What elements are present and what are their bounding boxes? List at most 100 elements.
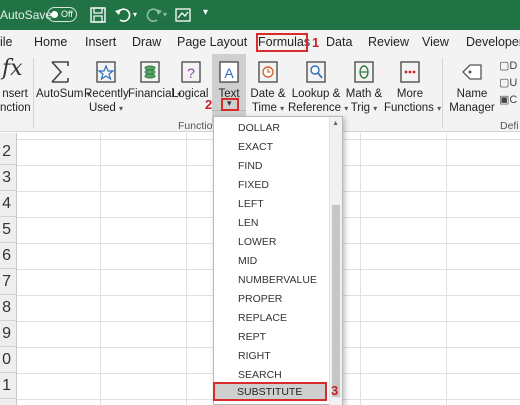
form-icon[interactable] bbox=[174, 6, 192, 24]
menu-item-substitute[interactable]: SUBSTITUTE bbox=[213, 382, 327, 401]
name-manager-label: Name bbox=[456, 88, 488, 100]
separator bbox=[33, 58, 34, 128]
menu-item-exact[interactable]: EXACT bbox=[238, 141, 273, 153]
menu-item-find[interactable]: FIND bbox=[238, 160, 263, 172]
svg-text:A: A bbox=[224, 65, 234, 81]
math-trig-label: Math & bbox=[345, 88, 383, 100]
logical-button[interactable]: ? Logical ▾ bbox=[172, 54, 216, 126]
financial-button[interactable]: Financial ▾ bbox=[128, 54, 182, 126]
undo-icon[interactable] bbox=[114, 6, 132, 24]
tab-home[interactable]: Home bbox=[34, 35, 67, 49]
menu-item-numbervalue[interactable]: NUMBERVALUE bbox=[238, 274, 317, 286]
menu-item-mid[interactable]: MID bbox=[238, 255, 257, 267]
more-functions-label-2: Functions ▾ bbox=[384, 102, 442, 114]
undo-dropdown-icon[interactable]: ▾ bbox=[133, 10, 137, 19]
step-2-marker: 2 bbox=[205, 97, 213, 112]
financial-book-icon bbox=[140, 61, 160, 83]
tab-page-layout[interactable]: Page Layout bbox=[177, 35, 247, 49]
recently-used-button[interactable]: Recently Used ▾ bbox=[84, 54, 129, 126]
insert-function-label: nsert bbox=[2, 88, 28, 100]
tab-review[interactable]: Review bbox=[368, 35, 409, 49]
row-header[interactable]: 1 bbox=[0, 373, 16, 399]
more-book-icon bbox=[400, 61, 420, 83]
text-functions-dropdown: DOLLAR EXACT FIND FIXED LEFT LEN LOWER M… bbox=[213, 116, 343, 405]
redo-icon[interactable] bbox=[145, 6, 163, 24]
tab-insert[interactable]: Insert bbox=[85, 35, 116, 49]
menu-item-search[interactable]: SEARCH bbox=[238, 369, 282, 381]
financial-label: Financial ▾ bbox=[128, 88, 182, 100]
row-header[interactable]: 5 bbox=[0, 217, 16, 243]
scroll-up-icon[interactable]: ▲ bbox=[332, 120, 339, 127]
step-1-marker: 1 bbox=[312, 35, 320, 50]
tab-file[interactable]: ile bbox=[0, 35, 13, 49]
theta-book-icon bbox=[354, 61, 374, 83]
date-time-label-2: Time ▾ bbox=[251, 102, 285, 114]
svg-text:?: ? bbox=[187, 65, 195, 81]
customize-icon[interactable]: ▾ bbox=[203, 7, 208, 18]
row-header[interactable]: 0 bbox=[0, 347, 16, 373]
row-header[interactable]: 2 bbox=[0, 139, 16, 165]
row-header[interactable]: 4 bbox=[0, 191, 16, 217]
menu-item-dollar[interactable]: DOLLAR bbox=[238, 122, 280, 134]
autosave-toggle[interactable]: Off bbox=[47, 7, 77, 22]
math-trig-label-2: Trig ▾ bbox=[350, 102, 378, 114]
recently-used-label: Recently bbox=[84, 88, 129, 100]
row-headers: 2 3 4 5 6 7 8 9 0 1 bbox=[0, 133, 17, 405]
math-trig-button[interactable]: Math & Trig ▾ bbox=[344, 54, 384, 126]
menu-item-left[interactable]: LEFT bbox=[238, 198, 264, 210]
menu-item-fixed[interactable]: FIXED bbox=[238, 179, 269, 191]
date-time-label: Date & bbox=[250, 88, 286, 100]
define-name-button[interactable]: ▢D bbox=[499, 58, 517, 75]
menu-item-rept[interactable]: REPT bbox=[238, 331, 266, 343]
separator bbox=[442, 58, 443, 128]
tab-view[interactable]: View bbox=[422, 35, 449, 49]
name-manager-button[interactable]: Name Manager bbox=[448, 54, 496, 126]
tag-icon bbox=[462, 64, 482, 80]
lookup-reference-label-2: Reference ▾ bbox=[288, 102, 349, 114]
more-functions-button[interactable]: More Functions ▾ bbox=[384, 54, 442, 126]
menu-item-lower[interactable]: LOWER bbox=[238, 236, 277, 248]
tab-developer[interactable]: Developer bbox=[466, 35, 520, 49]
insert-function-button[interactable]: fx nsert nction bbox=[0, 54, 31, 126]
step-3-marker: 3 bbox=[331, 383, 339, 398]
row-header[interactable]: 8 bbox=[0, 295, 16, 321]
autosum-button[interactable]: AutoSum ▾ bbox=[36, 54, 91, 126]
use-in-formula-button[interactable]: ▢U bbox=[499, 75, 517, 92]
tab-draw[interactable]: Draw bbox=[132, 35, 161, 49]
row-header[interactable]: 7 bbox=[0, 269, 16, 295]
sigma-icon bbox=[51, 61, 69, 83]
group-function-library-label: Functio bbox=[178, 120, 213, 132]
title-bar: AutoSave Off ▾ ▾ ▾ bbox=[0, 0, 520, 30]
clock-book-icon bbox=[258, 61, 278, 83]
menu-item-replace[interactable]: REPLACE bbox=[238, 312, 287, 324]
substitute-label: SUBSTITUTE bbox=[237, 386, 303, 398]
recently-used-label-2: Used ▾ bbox=[88, 102, 124, 114]
tab-data[interactable]: Data bbox=[326, 35, 352, 49]
question-book-icon: ? bbox=[181, 61, 201, 83]
menu-item-right[interactable]: RIGHT bbox=[238, 350, 271, 362]
formulas-highlight-box bbox=[256, 33, 308, 52]
autosave-state: Off bbox=[61, 9, 73, 19]
defined-names-small-buttons: ▢D ▢U ▣C bbox=[499, 58, 517, 109]
save-icon[interactable] bbox=[89, 6, 107, 24]
autosave-label: AutoSave bbox=[0, 8, 53, 22]
menu-item-proper[interactable]: PROPER bbox=[238, 293, 282, 305]
scrollbar-thumb[interactable] bbox=[332, 205, 340, 397]
autosum-label: AutoSum ▾ bbox=[36, 88, 91, 100]
star-book-icon bbox=[96, 61, 116, 83]
menu-item-len[interactable]: LEN bbox=[238, 217, 258, 229]
caret-down-icon: ▾ bbox=[227, 98, 232, 108]
redo-dropdown-icon[interactable]: ▾ bbox=[163, 10, 167, 19]
lookup-reference-label: Lookup & bbox=[291, 88, 341, 100]
row-header[interactable]: 6 bbox=[0, 243, 16, 269]
text-dropdown-arrow[interactable]: ▾ bbox=[221, 98, 239, 111]
magnifier-book-icon bbox=[306, 61, 326, 83]
create-from-selection-button[interactable]: ▣C bbox=[499, 92, 517, 109]
fx-icon: fx bbox=[2, 56, 23, 81]
row-header[interactable]: 9 bbox=[0, 321, 16, 347]
row-header[interactable]: 3 bbox=[0, 165, 16, 191]
dropdown-scrollbar[interactable]: ▲ bbox=[329, 117, 342, 405]
name-manager-label-2: Manager bbox=[449, 102, 495, 114]
insert-function-label-2: nction bbox=[0, 102, 31, 114]
toggle-knob bbox=[51, 11, 58, 18]
